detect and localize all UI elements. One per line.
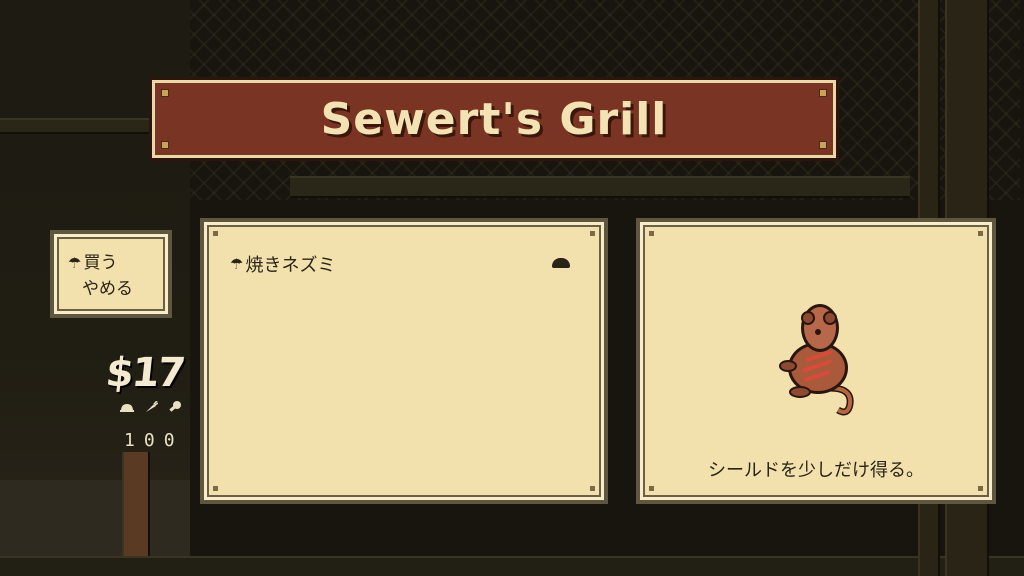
food-icon [552, 258, 570, 268]
wooden-post [122, 452, 150, 556]
rivet [978, 231, 983, 236]
shop-title: Sewert's Grill [320, 93, 668, 145]
carrot-icon [144, 400, 159, 413]
umbrella-cursor-icon: ☂ [230, 255, 244, 273]
quit-label: やめる [82, 279, 133, 299]
rivet [590, 486, 595, 491]
rivet [819, 141, 827, 149]
item-name: 焼きネズミ [245, 255, 336, 276]
stat-value: 0 [143, 430, 164, 451]
roasted-rat-sprite [779, 304, 854, 416]
umbrella-cursor-icon: ☂ [68, 254, 82, 272]
rivet [649, 486, 654, 491]
rivet [161, 89, 169, 97]
action-menu: ☂ 買う やめる [50, 230, 172, 318]
rivet [590, 231, 595, 236]
money-counter: $17 [103, 350, 186, 396]
stat-value: 0 [163, 430, 184, 451]
floor-ledge [0, 480, 190, 556]
pipe-beam [0, 118, 160, 134]
rivet [161, 141, 169, 149]
item-description: シールドを少しだけ得る。 [708, 460, 924, 481]
item-list-panel: ☂ 焼きネズミ [200, 218, 608, 504]
item-row-roasted-rat[interactable]: ☂ 焼きネズミ [230, 252, 570, 276]
rivet [649, 231, 654, 236]
floor-beam [0, 556, 1024, 576]
stat-icons [120, 400, 182, 413]
rivet [213, 486, 218, 491]
stat-values: 100 [124, 430, 184, 451]
item-detail-panel: シールドを少しだけ得る。 [636, 218, 996, 504]
shop-title-banner: Sewert's Grill [152, 80, 836, 158]
rivet [978, 486, 983, 491]
pipe-beam [290, 176, 910, 198]
quit-option[interactable]: やめる [82, 274, 133, 299]
stat-value: 1 [124, 430, 144, 451]
rivet [819, 89, 827, 97]
buy-label: 買う [83, 253, 118, 273]
buy-option[interactable]: ☂ 買う [68, 248, 117, 273]
rivet [213, 231, 218, 236]
food-icon [120, 401, 134, 413]
drumstick-icon [168, 401, 182, 413]
